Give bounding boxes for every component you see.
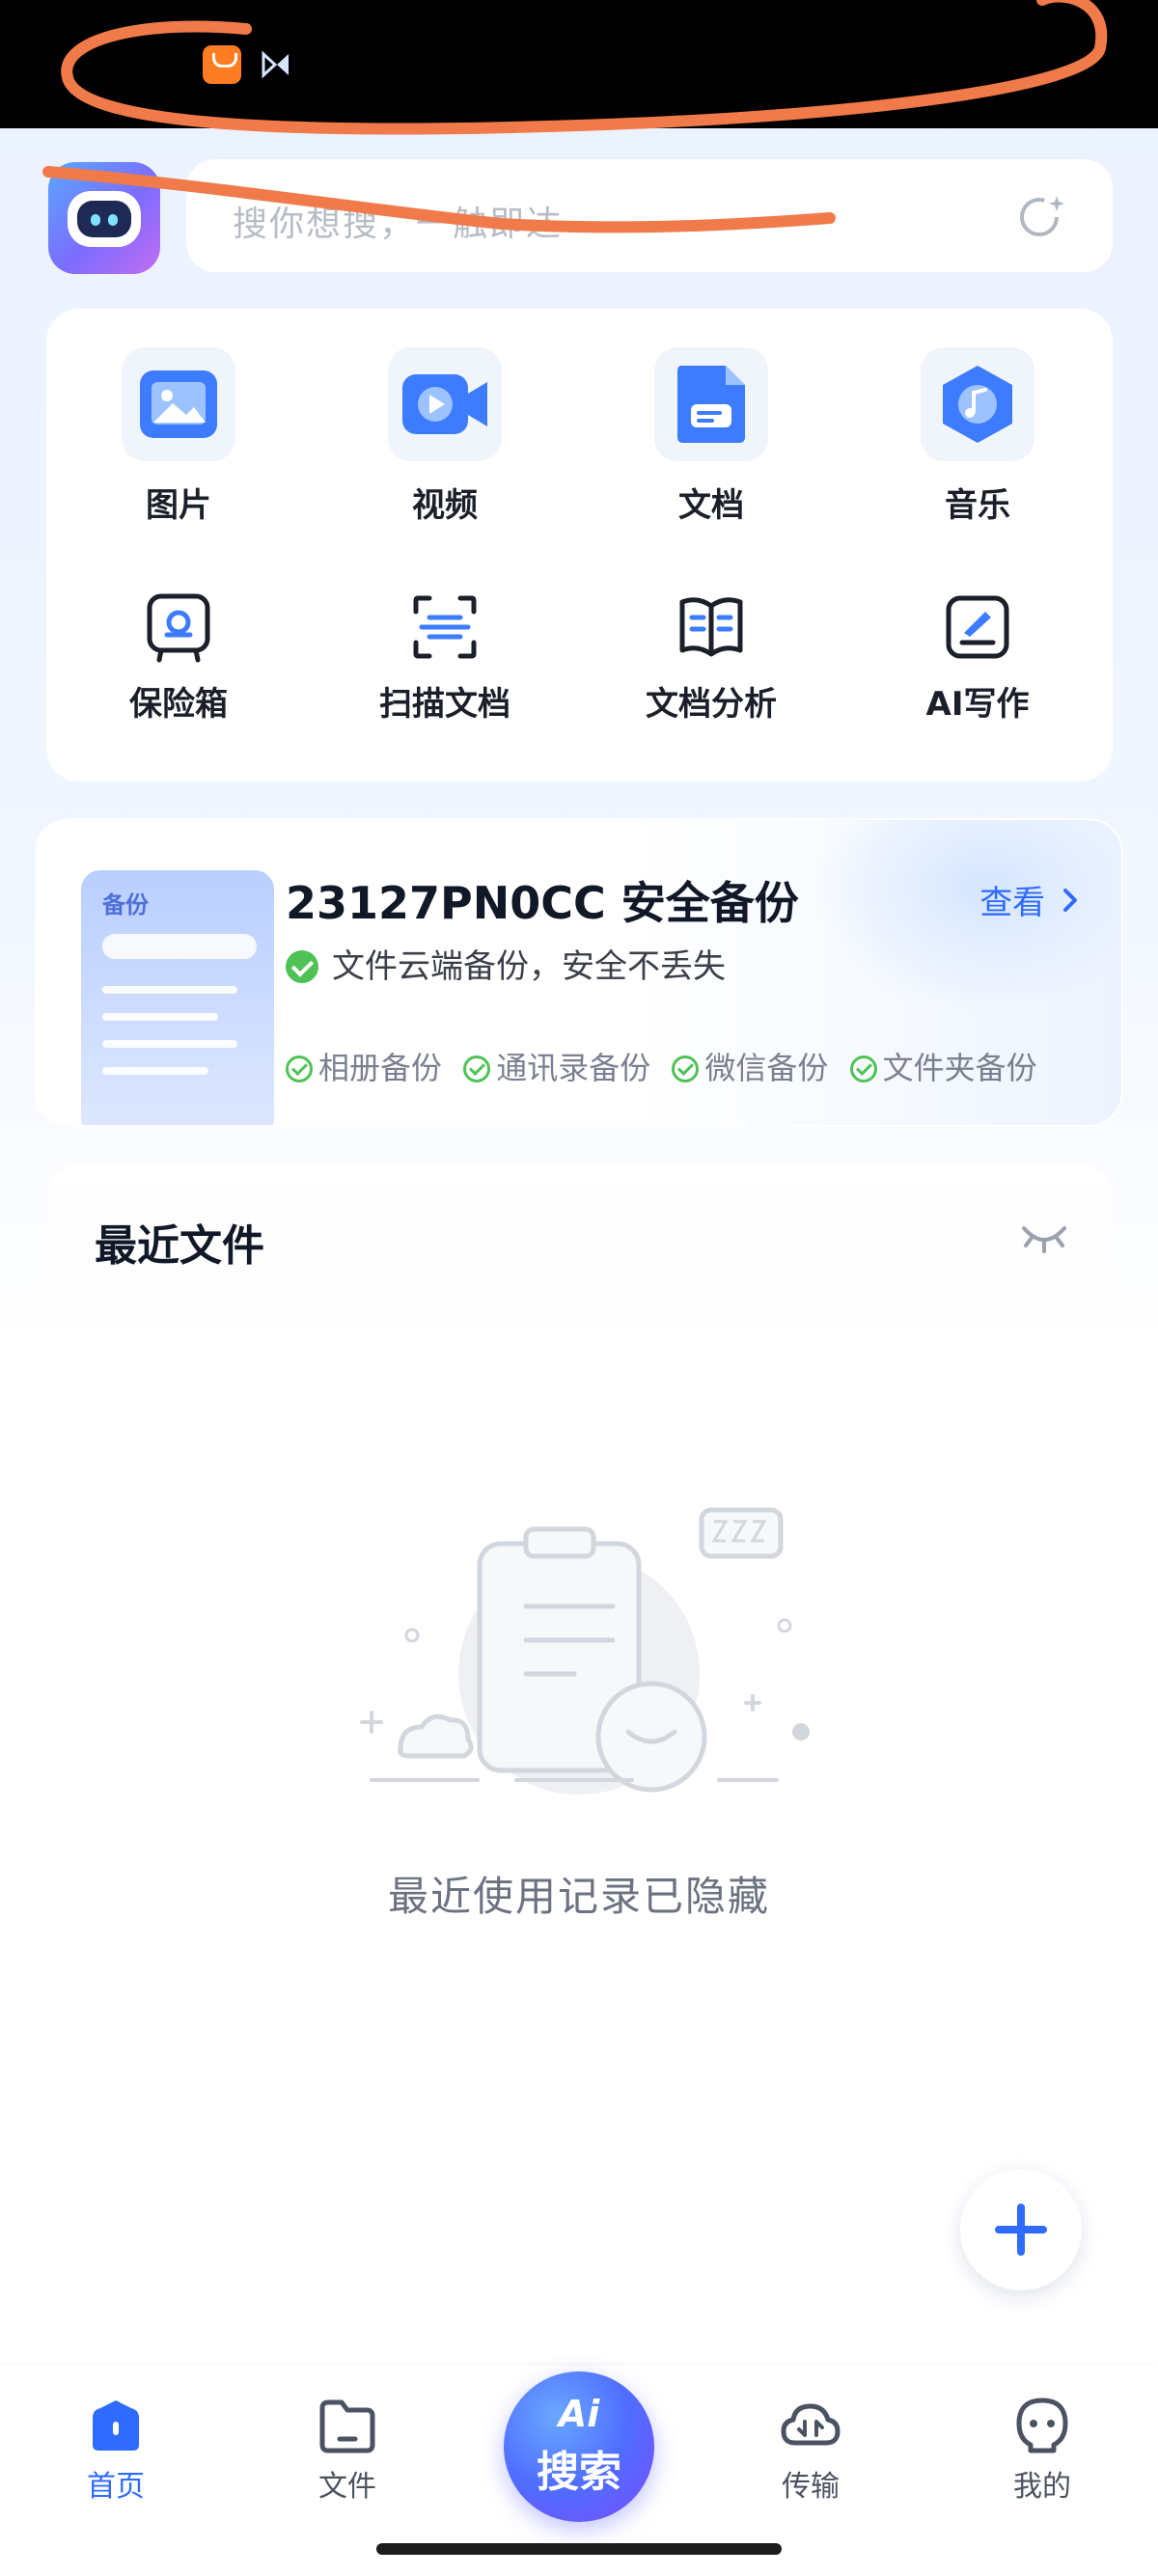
- check-outline-icon: [672, 1055, 700, 1082]
- check-circle-icon: [286, 950, 318, 983]
- nav-transfer[interactable]: 传输: [733, 2397, 888, 2505]
- eye-closed-icon[interactable]: [1020, 1219, 1068, 1253]
- assistant-avatar[interactable]: [48, 162, 160, 274]
- backup-card[interactable]: 备份 23127PN0CC 安全备份 查看 文件云端备份，安全不丢失 相册备份 …: [35, 818, 1123, 1127]
- search-input[interactable]: 搜你想搜，一触即达: [186, 159, 1113, 272]
- backup-tag-folder: 文件夹备份: [849, 1044, 1037, 1088]
- quick-item-label: 扫描文档: [379, 685, 510, 724]
- quick-item-label: 音乐: [945, 486, 1010, 525]
- quick-item-doc-analysis[interactable]: 文档分析: [605, 590, 817, 725]
- recent-files-title: 最近文件: [95, 1221, 264, 1271]
- backup-subtitle: 文件云端备份，安全不丢失: [286, 940, 726, 987]
- backup-view-label: 查看: [979, 884, 1046, 922]
- backup-tags: 相册备份 通讯录备份 微信备份 文件夹备份: [286, 1044, 1049, 1088]
- video-icon: [402, 374, 487, 434]
- quick-access-card: 图片 视频 文档 音乐 保险箱 扫描文档 文档分析 AI写作: [46, 309, 1113, 781]
- quick-item-label: 文档: [678, 486, 744, 525]
- shopping-bag-icon: [203, 45, 241, 84]
- backup-tag-album: 相册备份: [286, 1044, 442, 1088]
- nav-home[interactable]: 首页: [39, 2397, 193, 2505]
- nav-home-label: 首页: [87, 2470, 145, 2504]
- chevron-right-icon: [1063, 889, 1077, 912]
- quick-item-label: 图片: [146, 486, 211, 525]
- backup-tag-wechat: 微信备份: [672, 1044, 828, 1088]
- ai-search-label: 搜索: [537, 2448, 621, 2497]
- backup-view-link[interactable]: 查看: [979, 876, 1079, 923]
- quick-item-scan[interactable]: 扫描文档: [339, 590, 551, 725]
- search-placeholder: 搜你想搜，一触即达: [233, 205, 564, 244]
- home-indicator: [376, 2543, 782, 2555]
- document-icon: [677, 366, 745, 443]
- quick-item-documents[interactable]: 文档: [605, 347, 817, 526]
- folder-icon: [319, 2399, 375, 2453]
- check-outline-icon: [849, 1055, 877, 1082]
- quick-item-music[interactable]: 音乐: [871, 347, 1084, 526]
- empty-state-illustration: [360, 1507, 810, 1795]
- ai-logo: Ai: [558, 2393, 600, 2435]
- profile-icon: [1016, 2398, 1068, 2453]
- quick-item-safe[interactable]: 保险箱: [72, 590, 285, 725]
- nav-files-label: 文件: [318, 2470, 376, 2504]
- safe-icon: [147, 593, 210, 663]
- ai-search-icon[interactable]: [1016, 190, 1068, 242]
- nav-mine[interactable]: 我的: [965, 2397, 1119, 2505]
- status-bar: [0, 0, 1158, 128]
- backup-title: 23127PN0CC 安全备份: [286, 877, 799, 929]
- empty-state-text: 最近使用记录已隐藏: [387, 1873, 770, 1920]
- add-button[interactable]: [960, 2169, 1082, 2290]
- home-icon: [93, 2400, 139, 2451]
- image-icon: [140, 370, 217, 438]
- scan-icon: [413, 595, 477, 659]
- quick-item-label: AI写作: [925, 685, 1030, 724]
- phone-illustration-label: 备份: [102, 891, 149, 918]
- quick-item-images[interactable]: 图片: [72, 347, 285, 526]
- quick-item-ai-writing[interactable]: AI写作: [871, 590, 1084, 725]
- nav-transfer-label: 传输: [782, 2470, 840, 2504]
- quick-item-label: 视频: [412, 486, 478, 525]
- check-outline-icon: [286, 1055, 313, 1082]
- robot-icon: [68, 191, 141, 247]
- backup-tag-contacts: 通讯录备份: [463, 1044, 650, 1088]
- cloud-transfer-icon: [781, 2403, 841, 2446]
- nav-mine-label: 我的: [1013, 2470, 1071, 2504]
- nav-files[interactable]: 文件: [270, 2397, 425, 2505]
- ai-search-button[interactable]: Ai 搜索: [504, 2371, 654, 2522]
- check-outline-icon: [463, 1055, 491, 1082]
- quick-item-label: 保险箱: [129, 685, 228, 724]
- music-icon: [943, 366, 1012, 443]
- phone-illustration: 备份: [75, 864, 280, 1125]
- book-icon: [679, 597, 743, 657]
- ai-write-icon: [946, 595, 1009, 659]
- quick-item-videos[interactable]: 视频: [339, 347, 551, 526]
- bowtie-icon: [262, 50, 289, 79]
- quick-item-label: 文档分析: [646, 685, 777, 724]
- home-screen: 搜你想搜，一触即达 图片 视频 文档 音乐 保险箱 扫描文档 文档分析 AI写作…: [0, 0, 1158, 2576]
- recent-files-section: 最近文件: [46, 1163, 1113, 1356]
